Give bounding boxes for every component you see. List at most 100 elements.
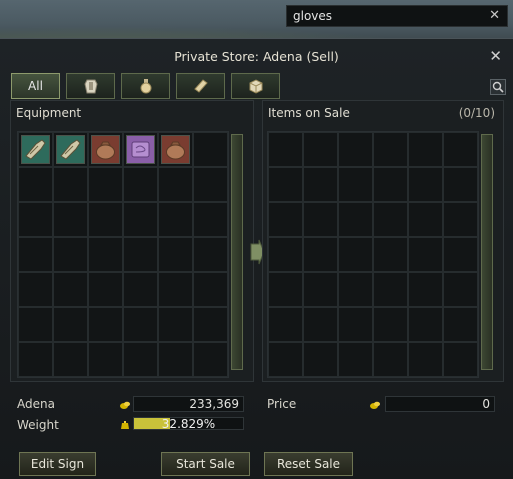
- sale-slot[interactable]: [268, 132, 303, 167]
- edit-sign-button[interactable]: Edit Sign: [19, 452, 96, 476]
- sale-slot[interactable]: [268, 272, 303, 307]
- equipment-slot[interactable]: [193, 202, 228, 237]
- reset-sale-button[interactable]: Reset Sale: [264, 452, 353, 476]
- sale-slot[interactable]: [303, 307, 338, 342]
- sale-slot[interactable]: [408, 167, 443, 202]
- equipment-slot[interactable]: [123, 307, 158, 342]
- equipment-slot[interactable]: [193, 272, 228, 307]
- equipment-slot[interactable]: [123, 132, 158, 167]
- equipment-slot[interactable]: [88, 167, 123, 202]
- tab-armor[interactable]: [66, 73, 115, 99]
- equipment-slot[interactable]: [53, 237, 88, 272]
- equipment-slot[interactable]: [18, 272, 53, 307]
- sale-slot[interactable]: [443, 132, 478, 167]
- equipment-slot[interactable]: [158, 167, 193, 202]
- item-search-box[interactable]: ✕: [286, 5, 508, 27]
- sale-slot[interactable]: [408, 132, 443, 167]
- sale-slot[interactable]: [408, 202, 443, 237]
- equipment-slot[interactable]: [123, 237, 158, 272]
- sale-slot[interactable]: [338, 272, 373, 307]
- equipment-slot[interactable]: [88, 202, 123, 237]
- equipment-slot[interactable]: [53, 342, 88, 377]
- equipment-slot[interactable]: [88, 237, 123, 272]
- equipment-slot[interactable]: [53, 272, 88, 307]
- equipment-slot[interactable]: [193, 342, 228, 377]
- sale-slot[interactable]: [443, 202, 478, 237]
- equipment-slot[interactable]: [123, 202, 158, 237]
- sale-slot[interactable]: [338, 342, 373, 377]
- equipment-slot[interactable]: [18, 132, 53, 167]
- sale-slot[interactable]: [373, 272, 408, 307]
- sale-slot[interactable]: [443, 272, 478, 307]
- equipment-scrollbar[interactable]: [231, 134, 243, 370]
- pouch-icon[interactable]: [161, 135, 190, 164]
- sale-slot[interactable]: [373, 342, 408, 377]
- sale-slot[interactable]: [338, 167, 373, 202]
- search-input[interactable]: [293, 8, 473, 24]
- sale-slot[interactable]: [303, 202, 338, 237]
- pouch-icon[interactable]: [91, 135, 120, 164]
- sale-slot[interactable]: [373, 202, 408, 237]
- equipment-slot[interactable]: [158, 132, 193, 167]
- start-sale-button[interactable]: Start Sale: [161, 452, 250, 476]
- sale-slot[interactable]: [303, 132, 338, 167]
- sale-slot[interactable]: [268, 342, 303, 377]
- sale-slot[interactable]: [373, 132, 408, 167]
- equipment-slot[interactable]: [158, 237, 193, 272]
- clear-search-icon[interactable]: ✕: [489, 8, 500, 23]
- equipment-slot[interactable]: [53, 132, 88, 167]
- equipment-slot[interactable]: [53, 202, 88, 237]
- sale-slot[interactable]: [303, 237, 338, 272]
- sale-slot[interactable]: [443, 167, 478, 202]
- cloth-icon[interactable]: [126, 135, 155, 164]
- sale-slot[interactable]: [268, 237, 303, 272]
- sale-slot[interactable]: [373, 237, 408, 272]
- equipment-slot[interactable]: [193, 167, 228, 202]
- price-input[interactable]: 0: [385, 396, 495, 412]
- sale-slot[interactable]: [408, 342, 443, 377]
- equipment-slot[interactable]: [18, 237, 53, 272]
- equipment-slot[interactable]: [193, 307, 228, 342]
- gloves-icon[interactable]: [21, 135, 50, 164]
- equipment-slot[interactable]: [158, 272, 193, 307]
- sale-slot[interactable]: [443, 237, 478, 272]
- equipment-slot[interactable]: [53, 167, 88, 202]
- sale-slot[interactable]: [268, 307, 303, 342]
- equipment-slot[interactable]: [88, 307, 123, 342]
- sale-slot[interactable]: [303, 272, 338, 307]
- equipment-slot[interactable]: [88, 342, 123, 377]
- equipment-slot[interactable]: [88, 272, 123, 307]
- equipment-slot[interactable]: [158, 202, 193, 237]
- equipment-slot[interactable]: [123, 272, 158, 307]
- sale-slot[interactable]: [338, 202, 373, 237]
- sale-slot[interactable]: [443, 307, 478, 342]
- equipment-slot[interactable]: [158, 342, 193, 377]
- sale-slot[interactable]: [338, 307, 373, 342]
- gloves-icon[interactable]: [56, 135, 85, 164]
- sale-slot[interactable]: [408, 272, 443, 307]
- sale-slot[interactable]: [408, 237, 443, 272]
- equipment-slot[interactable]: [18, 202, 53, 237]
- search-toggle-button[interactable]: [490, 79, 506, 95]
- sale-slot[interactable]: [303, 167, 338, 202]
- equipment-slot[interactable]: [123, 167, 158, 202]
- equipment-slot[interactable]: [193, 132, 228, 167]
- equipment-slot[interactable]: [193, 237, 228, 272]
- equipment-slot[interactable]: [18, 307, 53, 342]
- tab-etc[interactable]: [231, 73, 280, 99]
- sale-slot[interactable]: [338, 237, 373, 272]
- equipment-slot[interactable]: [18, 167, 53, 202]
- sale-slot[interactable]: [268, 167, 303, 202]
- sale-scrollbar[interactable]: [481, 134, 493, 370]
- equipment-slot[interactable]: [158, 307, 193, 342]
- sale-slot[interactable]: [268, 202, 303, 237]
- equipment-slot[interactable]: [53, 307, 88, 342]
- sale-slot[interactable]: [443, 342, 478, 377]
- sale-slot[interactable]: [373, 167, 408, 202]
- equipment-slot[interactable]: [18, 342, 53, 377]
- equipment-slot[interactable]: [88, 132, 123, 167]
- close-icon[interactable]: ✕: [489, 47, 502, 65]
- sale-slot[interactable]: [338, 132, 373, 167]
- equipment-slot[interactable]: [123, 342, 158, 377]
- tab-materials[interactable]: [176, 73, 225, 99]
